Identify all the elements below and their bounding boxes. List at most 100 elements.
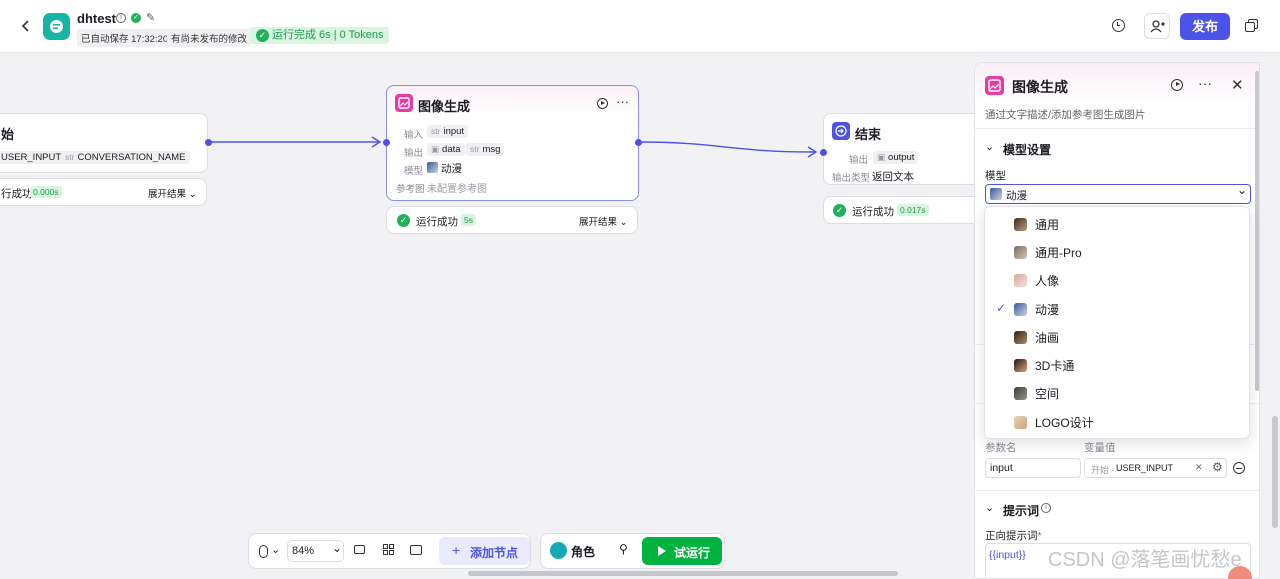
start-result-bar: 行成功 0.000s 展开结果 ⌄ bbox=[0, 178, 207, 206]
copy-icon[interactable] bbox=[1245, 19, 1259, 33]
start-time-badge: 0.000s bbox=[30, 186, 62, 198]
check-icon: ✓ bbox=[996, 301, 1007, 315]
model-select-value: 动漫 bbox=[1006, 190, 1027, 202]
app-logo-icon bbox=[43, 13, 70, 40]
success-icon: ✓ bbox=[397, 214, 410, 227]
image-output-msg: str msg bbox=[466, 143, 505, 156]
autosave-status: 已自动保存 17:32:20 bbox=[77, 29, 173, 47]
role-button[interactable]: 角色 bbox=[550, 541, 600, 563]
image-expand-results[interactable]: 展开结果 ⌄ bbox=[579, 214, 628, 228]
model-option[interactable]: 通用 bbox=[985, 210, 1251, 238]
end-output-label: 输出 bbox=[849, 155, 869, 166]
image-generation-node[interactable]: 图像生成 ··· 输入 str input 输出 ▣ data str msg 模型 … bbox=[386, 85, 639, 201]
start-result-text: 行成功 bbox=[1, 188, 33, 200]
panel-scrollbar-track[interactable] bbox=[1272, 416, 1278, 528]
model-avatar-icon bbox=[1014, 303, 1027, 316]
end-result-text: 运行成功 bbox=[852, 206, 894, 218]
test-run-label: 试运行 bbox=[674, 546, 711, 560]
auto-layout-icon[interactable] bbox=[383, 544, 394, 555]
variable-value-select[interactable]: 开始 - USER_INPUT ✕ ⚙ bbox=[1084, 458, 1227, 478]
comment-icon[interactable] bbox=[354, 545, 365, 554]
model-select[interactable]: 动漫 ⌄ bbox=[985, 183, 1251, 204]
image-input-port[interactable] bbox=[383, 139, 390, 146]
image-result-text: 运行成功 bbox=[416, 216, 458, 228]
end-input-port[interactable] bbox=[820, 149, 827, 156]
start-node[interactable]: 始 USER_INPUT str CONVERSATION_NAME bbox=[0, 113, 208, 173]
image-output-label: 输出 bbox=[404, 148, 424, 159]
watermark: CSDN @落笔画忧愁e bbox=[1048, 549, 1242, 571]
chevron-down-icon[interactable]: ⌄ bbox=[271, 543, 280, 556]
chevron-down-icon: ⌄ bbox=[332, 541, 343, 555]
mouse-mode-icon[interactable] bbox=[259, 545, 268, 558]
top-header: dhtest i ✓ ✎ 已自动保存 17:32:20 有尚未发布的修改 ✓ 运… bbox=[0, 0, 1280, 53]
model-avatar-icon bbox=[990, 188, 1002, 200]
info-icon[interactable]: i bbox=[1041, 503, 1051, 513]
image-result-bar: ✓ 运行成功 5s 展开结果 ⌄ bbox=[386, 206, 638, 234]
plus-icon: + bbox=[452, 542, 461, 558]
end-type-value: 返回文本 bbox=[872, 171, 914, 183]
chevron-down-icon[interactable]: ⌄ bbox=[985, 501, 994, 514]
back-icon[interactable] bbox=[20, 18, 32, 34]
success-icon: ✓ bbox=[833, 204, 846, 217]
collaborators-button[interactable] bbox=[1144, 13, 1170, 39]
image-type-icon: ▣ bbox=[877, 152, 886, 162]
variable-ref-value: USER_INPUT bbox=[1116, 463, 1174, 473]
zoom-value: 84% bbox=[292, 545, 315, 557]
start-param-user-input: USER_INPUT bbox=[0, 151, 66, 164]
debug-tool-icon[interactable]: ⚲ bbox=[619, 542, 628, 556]
model-option[interactable]: 空间 bbox=[985, 379, 1251, 407]
image-ref-label: 参考图 bbox=[396, 184, 425, 195]
variable-ref-prefix: 开始 - bbox=[1091, 465, 1115, 475]
info-icon[interactable]: i bbox=[116, 13, 126, 23]
image-generation-icon bbox=[985, 76, 1004, 95]
edit-icon[interactable]: ✎ bbox=[146, 11, 155, 24]
model-option[interactable]: 人像 bbox=[985, 266, 1251, 294]
run-node-icon[interactable] bbox=[597, 98, 608, 109]
role-label: 角色 bbox=[571, 545, 596, 559]
image-output-port[interactable] bbox=[635, 139, 642, 146]
model-option[interactable]: LOGO设计 bbox=[985, 408, 1251, 436]
image-generation-icon bbox=[395, 94, 413, 112]
start-output-port[interactable] bbox=[205, 139, 212, 146]
model-option[interactable]: 3D卡通 bbox=[985, 351, 1251, 379]
more-icon[interactable]: ··· bbox=[1198, 75, 1212, 91]
model-option[interactable]: ✓ 动漫 bbox=[985, 295, 1251, 323]
model-avatar-icon bbox=[1014, 331, 1027, 344]
model-avatar-icon bbox=[1014, 387, 1027, 400]
image-input-param: str input bbox=[427, 125, 469, 138]
remove-param-icon[interactable] bbox=[1233, 462, 1245, 474]
image-model-label: 模型 bbox=[404, 166, 424, 177]
end-output-param: ▣ output bbox=[873, 151, 919, 164]
chevron-down-icon[interactable]: ⌄ bbox=[985, 140, 994, 153]
image-node-title: 图像生成 bbox=[418, 99, 471, 114]
model-option[interactable]: 油画 bbox=[985, 323, 1251, 351]
publish-button[interactable]: 发布 bbox=[1180, 13, 1230, 40]
model-option[interactable]: 通用-Pro bbox=[985, 238, 1251, 266]
run-node-icon[interactable] bbox=[1171, 79, 1183, 91]
close-icon[interactable]: ✕ bbox=[1231, 76, 1244, 94]
model-avatar-icon bbox=[1014, 416, 1027, 429]
image-type-icon: ▣ bbox=[431, 144, 440, 154]
play-icon bbox=[658, 546, 666, 556]
start-expand-results[interactable]: 展开结果 ⌄ bbox=[148, 186, 197, 200]
positive-prompt-label: 正向提示词* bbox=[985, 530, 1042, 542]
model-settings-heading: 模型设置 bbox=[1003, 143, 1052, 157]
panel-scrollbar[interactable] bbox=[1255, 71, 1259, 391]
horizontal-scrollbar[interactable] bbox=[468, 571, 898, 576]
history-icon[interactable] bbox=[1112, 19, 1125, 32]
start-node-title: 始 bbox=[1, 127, 15, 142]
minimap-icon[interactable] bbox=[410, 545, 422, 555]
model-avatar-icon bbox=[1014, 274, 1027, 287]
unpublished-status: 有尚未发布的修改 bbox=[167, 29, 252, 47]
add-node-button[interactable]: + 添加节点 bbox=[439, 537, 530, 565]
param-name-input[interactable]: input bbox=[985, 458, 1081, 478]
test-run-button[interactable]: 试运行 bbox=[642, 537, 722, 565]
model-avatar-icon bbox=[1014, 246, 1027, 259]
end-node[interactable]: 结束 输出 ▣ output 输出类型 返回文本 bbox=[823, 113, 983, 185]
zoom-select[interactable]: 84% ⌄ bbox=[287, 540, 344, 562]
clear-icon[interactable]: ✕ bbox=[1195, 462, 1203, 473]
settings-icon[interactable]: ⚙ bbox=[1212, 460, 1223, 474]
more-icon[interactable]: ··· bbox=[616, 94, 629, 109]
model-avatar-icon bbox=[1014, 218, 1027, 231]
canvas-toolbar: ⌄ 84% ⌄ + 添加节点 bbox=[248, 533, 531, 569]
